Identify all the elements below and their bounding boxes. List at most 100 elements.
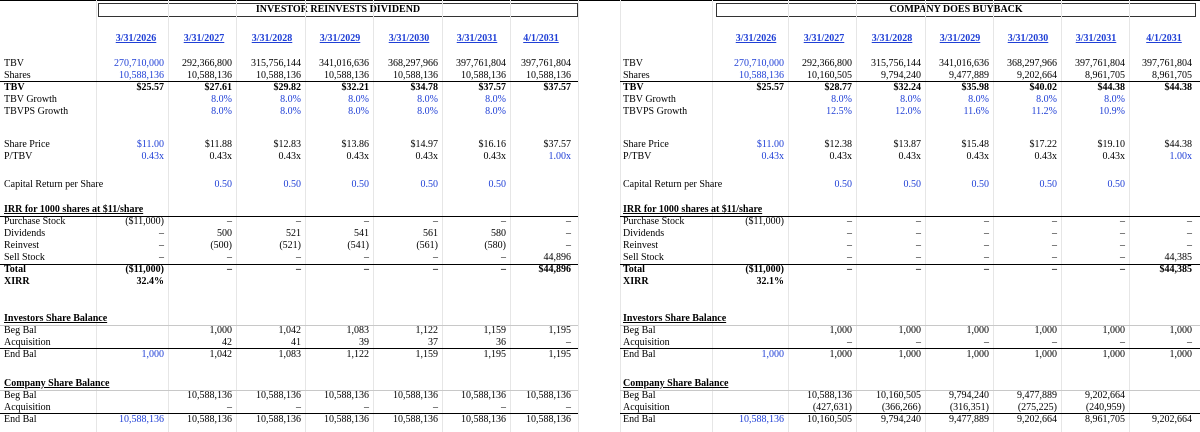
left-cell[interactable]: – (303, 264, 369, 276)
right-cell[interactable]: 1,000 (923, 349, 990, 361)
right-cell[interactable]: – (855, 216, 921, 228)
left-cell[interactable]: (521) (235, 240, 301, 252)
right-cell[interactable]: – (1059, 240, 1125, 252)
left-cell[interactable]: 0.43x (166, 151, 233, 163)
left-cell[interactable]: $32.21 (303, 82, 370, 94)
left-cell[interactable]: 270,710,000 (98, 58, 164, 70)
right-cell[interactable]: 10,160,505 (855, 390, 921, 402)
right-cell[interactable]: 0.50 (991, 179, 1058, 191)
left-cell[interactable]: $37.57 (505, 139, 572, 151)
left-cell[interactable]: – (372, 264, 438, 276)
right-cell[interactable]: 8,961,705 (1059, 414, 1125, 426)
right-cell[interactable]: 1,000 (923, 325, 990, 337)
right-cell[interactable]: $11.00 (718, 139, 784, 151)
right-cell[interactable]: – (786, 264, 852, 276)
left-cell[interactable]: 341,016,636 (303, 58, 369, 70)
left-cell[interactable]: $13.86 (303, 139, 370, 151)
right-cell[interactable]: 32.1% (718, 276, 785, 288)
left-cell[interactable]: 0.43x (303, 151, 370, 163)
left-cell[interactable]: – (235, 252, 301, 264)
right-cell[interactable]: 9,202,664 (1126, 414, 1192, 426)
left-cell[interactable]: 521 (235, 228, 301, 240)
left-cell[interactable]: 8.0% (440, 106, 506, 118)
left-cell[interactable]: 580 (440, 228, 506, 240)
right-cell[interactable]: – (1059, 228, 1125, 240)
left-cell[interactable]: (561) (372, 240, 438, 252)
right-cell[interactable]: $17.22 (991, 139, 1058, 151)
left-cell[interactable]: – (98, 252, 164, 264)
left-cell[interactable]: 10,588,136 (303, 390, 369, 402)
left-cell[interactable]: $11.88 (166, 139, 232, 151)
left-cell[interactable]: – (98, 228, 164, 240)
right-cell[interactable]: $15.48 (923, 139, 990, 151)
left-cell[interactable]: – (440, 264, 506, 276)
right-cell[interactable]: 0.43x (855, 151, 922, 163)
right-cell[interactable]: 10,588,136 (786, 390, 852, 402)
right-cell[interactable]: – (786, 252, 852, 264)
left-cell[interactable]: 8.0% (235, 106, 301, 118)
left-cell[interactable]: $27.61 (166, 82, 233, 94)
left-cell[interactable]: 368,297,966 (372, 58, 438, 70)
left-cell[interactable]: 1,159 (440, 325, 507, 337)
left-cell[interactable]: – (235, 264, 301, 276)
left-cell[interactable]: ($11,000) (98, 216, 164, 228)
left-cell[interactable]: 10,588,136 (235, 390, 301, 402)
left-cell[interactable]: 10,588,136 (440, 390, 506, 402)
left-cell[interactable]: 1,000 (166, 325, 233, 337)
right-cell[interactable]: 1,000 (991, 349, 1058, 361)
right-cell[interactable]: 8.0% (991, 94, 1057, 106)
right-cell[interactable]: 1,000 (786, 325, 853, 337)
left-cell[interactable]: (541) (303, 240, 369, 252)
left-cell[interactable]: 0.50 (235, 179, 302, 191)
right-cell[interactable]: $25.57 (718, 82, 785, 94)
right-cell[interactable]: 1,000 (855, 349, 922, 361)
left-cell[interactable]: 397,761,804 (440, 58, 506, 70)
left-cell[interactable]: 0.43x (372, 151, 439, 163)
right-cell[interactable]: 1,000 (786, 349, 853, 361)
right-cell[interactable]: 11.6% (923, 106, 989, 118)
left-cell[interactable]: 8.0% (166, 106, 232, 118)
right-cell[interactable]: 1,000 (1059, 349, 1126, 361)
right-cell[interactable]: – (923, 216, 989, 228)
left-cell[interactable]: 8.0% (166, 94, 232, 106)
right-cell[interactable]: $44.38 (1126, 139, 1193, 151)
left-cell[interactable]: – (166, 264, 232, 276)
right-cell[interactable]: 8.0% (923, 94, 989, 106)
right-cell[interactable]: 10.9% (1059, 106, 1125, 118)
right-cell[interactable]: 1,000 (855, 325, 922, 337)
left-cell[interactable]: – (372, 216, 438, 228)
right-cell[interactable]: 0.43x (1059, 151, 1126, 163)
left-cell[interactable]: 0.50 (303, 179, 370, 191)
right-cell[interactable]: – (855, 252, 921, 264)
left-cell[interactable]: 44,896 (505, 252, 572, 264)
left-cell[interactable]: 10,588,136 (235, 414, 301, 426)
left-cell[interactable]: – (440, 252, 506, 264)
left-cell[interactable]: 1,083 (303, 325, 370, 337)
left-cell[interactable]: 541 (303, 228, 369, 240)
right-cell[interactable]: 315,756,144 (855, 58, 921, 70)
right-cell[interactable]: – (855, 228, 921, 240)
right-cell[interactable]: 0.43x (991, 151, 1058, 163)
left-cell[interactable]: (500) (166, 240, 232, 252)
left-cell[interactable]: – (235, 216, 301, 228)
right-cell[interactable]: – (991, 264, 1057, 276)
right-cell[interactable]: – (991, 240, 1057, 252)
right-cell[interactable]: 270,710,000 (718, 58, 784, 70)
left-cell[interactable]: 1,195 (440, 349, 507, 361)
right-cell[interactable]: 0.50 (1059, 179, 1126, 191)
right-cell[interactable]: 1,000 (1126, 349, 1193, 361)
right-cell[interactable]: 1,000 (1059, 325, 1126, 337)
right-cell[interactable]: – (923, 252, 989, 264)
left-cell[interactable]: 10,588,136 (166, 390, 232, 402)
right-cell[interactable]: – (991, 228, 1057, 240)
left-cell[interactable]: 8.0% (372, 94, 438, 106)
left-cell[interactable]: 10,588,136 (98, 414, 164, 426)
left-cell[interactable]: 10,588,136 (372, 390, 438, 402)
left-cell[interactable]: 1.00x (505, 151, 572, 163)
right-cell[interactable]: – (1126, 240, 1192, 252)
left-cell[interactable]: 1,042 (166, 349, 233, 361)
left-cell[interactable]: 1,042 (235, 325, 302, 337)
right-cell[interactable]: 44,385 (1126, 252, 1193, 264)
left-cell[interactable]: 10,588,136 (166, 414, 232, 426)
left-cell[interactable]: 8.0% (235, 94, 301, 106)
